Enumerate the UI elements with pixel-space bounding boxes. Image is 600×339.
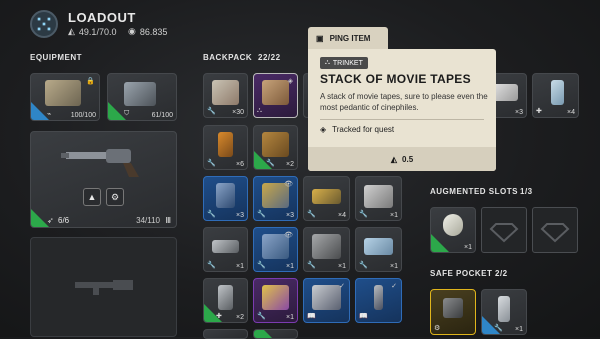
rifle-silhouette — [75, 280, 133, 295]
page-title: LOADOUT — [68, 10, 136, 25]
weapon-slot-1[interactable]: ▲ ⚙ ➶ 6/6 34/110 Ⅲ — [30, 131, 177, 228]
currency-stat: ◉ 86.835 — [128, 26, 168, 37]
weight-icon: ◭ — [68, 26, 75, 36]
wrench-icon: 🔧 — [257, 211, 266, 218]
augment-art — [45, 80, 81, 106]
lock-icon: 🔒 — [86, 78, 95, 85]
backpack-slot[interactable]: 🔧 ×1 — [355, 176, 402, 221]
item-description: A stack of movie tapes, sure to please e… — [320, 92, 488, 112]
backpack-slot[interactable]: 🔧 ×2 — [253, 125, 298, 170]
wrench-icon: 🔧 — [207, 108, 216, 115]
grid-icon — [37, 17, 51, 31]
gear-mod-icon[interactable]: ⚙ — [106, 188, 124, 206]
trinket-icon: ⛬ — [325, 59, 330, 66]
augmented-slots-label: AUGMENTED SLOTS — [430, 187, 518, 196]
weight-stat: ◭ 49.1/70.0 — [68, 26, 117, 37]
backpack-slot[interactable]: 🔧 ×4 — [303, 176, 350, 221]
backpack-count: 22/22 — [258, 53, 281, 62]
gear-icon: ⚙ — [434, 325, 441, 332]
trinket-icon: ⛬ — [434, 242, 439, 249]
diamond-icon — [489, 223, 519, 243]
item-tooltip: ⛬ TRINKET STACK OF MOVIE TAPES A stack of… — [308, 49, 496, 171]
backpack-slot[interactable]: 🔧 ×1 — [203, 227, 248, 272]
wrench-icon: 🔧 — [359, 262, 368, 269]
item-name: STACK OF MOVIE TAPES — [320, 72, 471, 86]
wrench-icon: 🔧 — [307, 211, 316, 218]
quest-icon: ◈ — [320, 125, 327, 134]
shield-art — [124, 82, 156, 106]
safe-pocket-slot-2[interactable]: 🔧 ×1 — [481, 289, 527, 335]
equipment-label: EQUIPMENT — [30, 53, 83, 62]
durability-icon: ⌁ — [47, 111, 52, 118]
safe-pocket-label: SAFE POCKET — [430, 269, 493, 278]
backpack-slot[interactable]: ✚ ×2 — [203, 278, 248, 323]
loadout-logo — [30, 10, 58, 38]
safe-pocket-count: 2/2 — [495, 269, 508, 278]
weapon-slot-2[interactable] — [30, 237, 177, 337]
augmented-slot-1[interactable]: ⛬ ×1 — [430, 207, 476, 253]
wrench-icon: 🔧 — [494, 325, 503, 332]
coin-icon: ◉ — [128, 26, 136, 36]
wrench-icon: 🔧 — [207, 211, 216, 218]
item-slot[interactable]: ✚ ×4 — [532, 73, 579, 118]
wrench-icon: 🔧 — [307, 262, 316, 269]
augment-slot[interactable]: 🔒 ⌁ 100/100 — [30, 73, 100, 121]
weight-icon: ◭ — [390, 154, 398, 164]
diamond-icon — [540, 223, 570, 243]
wrench-icon: 🔧 — [257, 262, 266, 269]
wrench-icon: 🔧 — [359, 211, 368, 218]
backpack-slot[interactable]: 🔧 ×3 — [203, 176, 248, 221]
category-badge: ⛬ TRINKET — [320, 57, 368, 69]
backpack-slot[interactable]: 🔧 ×1 — [253, 278, 298, 323]
backpack-label: BACKPACK — [203, 53, 253, 62]
backpack-slot[interactable]: ✓ 📖 — [355, 278, 402, 323]
plus-icon: ✚ — [216, 313, 222, 320]
trinket-icon: ⛬ — [257, 107, 262, 114]
backpack-slot-movie-tapes[interactable]: ◈ ⛬ — [253, 73, 298, 118]
ping-item-button[interactable]: ▣ PING ITEM — [308, 27, 388, 49]
bullet-icon: ➶ — [47, 216, 54, 225]
book-icon: 📖 — [359, 313, 368, 320]
shield-icon: ⛉ — [124, 110, 130, 117]
backpack-slot[interactable]: 🔧 ×1 — [303, 227, 350, 272]
augmented-slot-3[interactable] — [532, 207, 578, 253]
revolver-art — [61, 149, 139, 177]
stack-icon: Ⅲ — [165, 216, 171, 225]
augmented-slots-count: 1/3 — [520, 187, 533, 196]
quest-icon: ◈ — [287, 78, 293, 85]
backpack-slot[interactable]: 👁 🔧 ×1 — [253, 227, 298, 272]
backpack-slot[interactable]: 🔧 ×1 — [355, 227, 402, 272]
shield-slot[interactable]: ⛉ 61/100 — [107, 73, 177, 121]
safe-pocket-slot-1[interactable]: ⚙ — [430, 289, 476, 335]
wrench-icon: 🔧 — [257, 313, 266, 320]
ammo-mod-icon[interactable]: ▲ — [83, 188, 101, 206]
eye-icon: 👁 — [284, 232, 293, 239]
item-weight: ◭ 0.5 — [308, 147, 496, 171]
backpack-slot[interactable]: ✓ 📖 — [303, 278, 350, 323]
backpack-slot[interactable]: 🔧 ×6 — [203, 125, 248, 170]
ping-icon: ▣ — [316, 33, 324, 43]
augmented-slot-2[interactable] — [481, 207, 527, 253]
divider — [320, 119, 484, 120]
wrench-icon: 🔧 — [207, 262, 216, 269]
plus-icon: ✚ — [536, 108, 542, 115]
wrench-icon: 🔧 — [207, 160, 216, 167]
wrench-icon: 🔧 — [266, 160, 275, 167]
check-icon: ✓ — [391, 283, 397, 290]
check-icon: ✓ — [339, 283, 345, 290]
book-icon: 📖 — [307, 313, 316, 320]
eye-icon: 👁 — [284, 181, 293, 188]
backpack-slot[interactable]: 🔧 ×30 — [203, 73, 248, 118]
backpack-slot[interactable]: 👁 🔧 ×3 — [253, 176, 298, 221]
quest-tracker: ◈ Tracked for quest — [320, 125, 395, 134]
